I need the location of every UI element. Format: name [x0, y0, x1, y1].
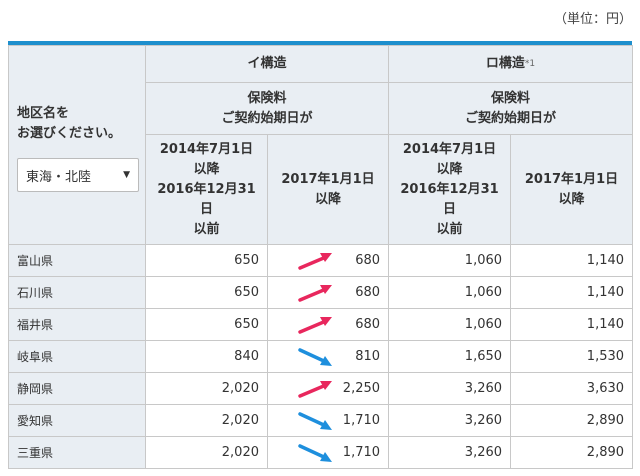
premium-ro-old: 1,060: [388, 308, 512, 341]
prefecture-name: 福井県: [8, 308, 146, 341]
table-row: 富山県 650 680 1,060 1,140: [8, 244, 634, 277]
premium-ro-old: 1,650: [388, 340, 512, 373]
group-header-ro: ロ構造*1: [388, 45, 634, 83]
table-row: 福井県 650 680 1,060 1,140: [8, 308, 634, 341]
premium-ro-old-value: 3,260: [464, 445, 503, 460]
premium-ro-new-value: 1,140: [586, 253, 625, 268]
premium-i-new-value: 1,710: [342, 413, 381, 428]
premium-ro-new-value: 1,530: [586, 349, 625, 364]
premium-i-old-value: 2,020: [221, 413, 259, 428]
premium-ro-new-value: 2,890: [586, 445, 625, 460]
table-row: 愛知県 2,020 1,710 3,260 2,890: [8, 404, 634, 437]
premium-i-old-value: 840: [234, 349, 259, 364]
premium-ro-old: 3,260: [388, 436, 512, 469]
unit-label: （単位：円）: [553, 12, 632, 27]
premium-i-new: 680: [266, 244, 390, 277]
premium-ro-old-value: 3,260: [464, 381, 503, 396]
trend-down-arrow-icon: [298, 444, 332, 462]
premium-ro-new: 2,890: [510, 404, 634, 437]
premium-ro-old-value: 3,260: [464, 413, 503, 428]
table-row: 静岡県 2,020 2,250 3,260 3,630: [8, 372, 634, 405]
premium-table-container: 地区名を お選びください。 東海・北陸 ▼ イ構造 ロ構造*1 保険料 ご契約始期…: [8, 41, 634, 469]
region-prompt: 地区名を お選びください。: [17, 106, 122, 141]
period-ro-old: 2014年7月1日 以降 2016年12月31 日以前: [388, 134, 512, 245]
premium-ro-new: 1,140: [510, 308, 634, 341]
premium-ro-old: 3,260: [388, 372, 512, 405]
trend-up-arrow-icon: [298, 317, 332, 334]
prefecture-name: 静岡県: [8, 372, 146, 405]
premium-ro-new-value: 1,140: [586, 285, 625, 300]
premium-i-old-value: 650: [234, 253, 259, 268]
premium-ro-old-value: 1,060: [464, 253, 503, 268]
trend-up-arrow-icon: [298, 253, 332, 270]
premium-ro-old-value: 1,650: [464, 349, 503, 364]
prefecture-name: 富山県: [8, 244, 146, 277]
premium-i-old: 2,020: [145, 436, 268, 469]
group-header-i: イ構造: [144, 45, 390, 83]
premium-ro-new-value: 1,140: [586, 317, 625, 332]
premium-i-new-value: 680: [355, 253, 381, 268]
premium-ro-new-value: 2,890: [586, 413, 625, 428]
premium-i-new-value: 1,710: [342, 445, 381, 460]
premium-i-new-value: 680: [355, 285, 381, 300]
region-selector-cell: 地区名を お選びください。 東海・北陸 ▼: [8, 45, 146, 245]
table-row: 岐阜県 840 810 1,650 1,530: [8, 340, 634, 373]
premium-ro-new: 1,140: [510, 276, 634, 309]
premium-ro-new: 3,630: [510, 372, 634, 405]
premium-i-new: 2,250: [266, 372, 390, 405]
premium-ro-old: 3,260: [388, 404, 512, 437]
footnote-marker: *1: [524, 59, 536, 69]
region-select-value: 東海・北陸: [26, 169, 92, 185]
trend-down-arrow-icon: [298, 412, 332, 430]
premium-i-new-value: 810: [355, 349, 381, 364]
table-row: 石川県 650 680 1,060 1,140: [8, 276, 634, 309]
premium-i-old-value: 2,020: [221, 381, 259, 396]
premium-i-old: 2,020: [145, 372, 268, 405]
premium-i-old-value: 650: [234, 285, 259, 300]
subheader-ro: 保険料 ご契約始期日が: [388, 82, 634, 135]
premium-ro-new: 1,140: [510, 244, 634, 277]
period-ro-new: 2017年1月1日 以降: [510, 134, 634, 245]
prefecture-name: 岐阜県: [8, 340, 146, 373]
premium-ro-new: 1,530: [510, 340, 634, 373]
prefecture-name: 三重県: [8, 436, 146, 469]
premium-i-old-value: 650: [234, 317, 259, 332]
premium-i-new: 1,710: [266, 404, 390, 437]
period-i-new: 2017年1月1日 以降: [266, 134, 390, 245]
trend-up-arrow-icon: [298, 381, 332, 398]
premium-table: 地区名を お選びください。 東海・北陸 ▼ イ構造 ロ構造*1 保険料 ご契約始期…: [8, 45, 634, 469]
dropdown-caret-icon: ▼: [123, 170, 130, 180]
table-row: 三重県 2,020 1,710 3,260 2,890: [8, 436, 634, 469]
premium-ro-new-value: 3,630: [586, 381, 625, 396]
period-i-old: 2014年7月1日 以降 2016年12月31 日以前: [145, 134, 268, 245]
trend-down-arrow-icon: [298, 348, 332, 366]
region-select[interactable]: 東海・北陸 ▼: [17, 158, 139, 192]
premium-ro-old: 1,060: [388, 244, 512, 277]
premium-ro-new: 2,890: [510, 436, 634, 469]
prefecture-name: 石川県: [8, 276, 146, 309]
premium-ro-old-value: 1,060: [464, 285, 503, 300]
premium-ro-old: 1,060: [388, 276, 512, 309]
premium-i-old: 650: [145, 308, 268, 341]
premium-i-new: 680: [266, 276, 390, 309]
subheader-i: 保険料 ご契約始期日が: [144, 82, 390, 135]
premium-i-old: 840: [145, 340, 268, 373]
premium-i-new: 810: [266, 340, 390, 373]
prefecture-name: 愛知県: [8, 404, 146, 437]
premium-i-new-value: 680: [355, 317, 381, 332]
premium-i-old-value: 2,020: [221, 445, 259, 460]
premium-ro-old-value: 1,060: [464, 317, 503, 332]
premium-i-new: 680: [266, 308, 390, 341]
premium-i-new: 1,710: [266, 436, 390, 469]
premium-i-old: 650: [145, 244, 268, 277]
premium-i-old: 2,020: [145, 404, 268, 437]
premium-i-old: 650: [145, 276, 268, 309]
premium-i-new-value: 2,250: [342, 381, 381, 396]
trend-up-arrow-icon: [298, 285, 332, 302]
